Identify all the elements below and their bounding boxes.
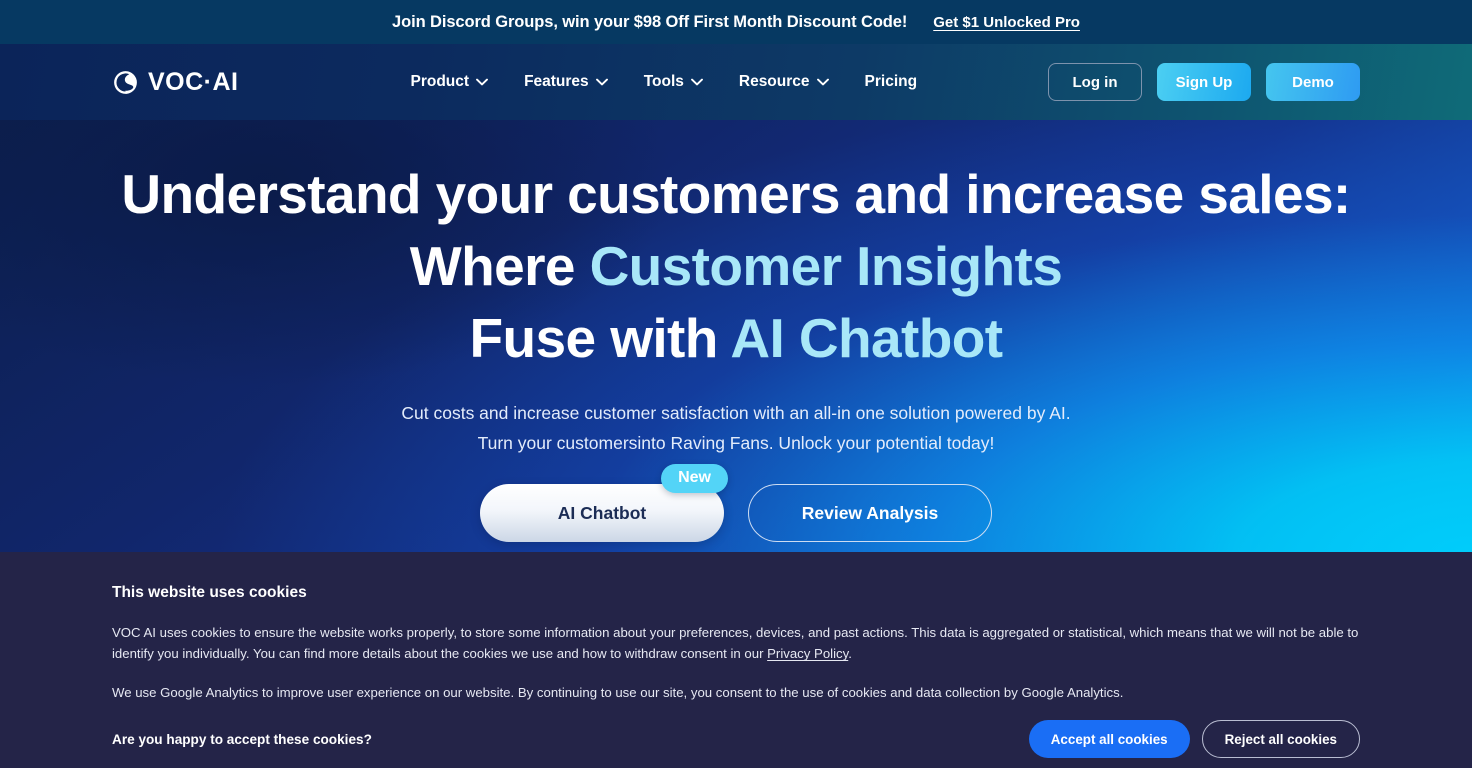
nav-item-product[interactable]: Product: [411, 73, 489, 91]
headline-line-1: Understand your customers and increase s…: [121, 163, 1351, 225]
accept-all-cookies-button[interactable]: Accept all cookies: [1028, 720, 1190, 759]
headline-line-2-plain: Where: [409, 235, 590, 298]
chevron-down-icon: [690, 78, 703, 86]
privacy-policy-link[interactable]: Privacy Policy: [767, 646, 848, 661]
nav-label: Features: [524, 73, 589, 90]
headline-line-3-accent: AI Chatbot: [730, 307, 1003, 370]
announcement-cta-link[interactable]: Get $1 Unlocked Pro: [933, 14, 1080, 31]
cookie-paragraph-1-text: VOC AI uses cookies to ensure the websit…: [112, 625, 1359, 662]
signup-button[interactable]: Sign Up: [1157, 63, 1251, 101]
hero-subtitle-line-2: Turn your customersinto Raving Fans. Unl…: [477, 433, 995, 454]
headline-line-2: Where Customer Insights: [0, 230, 1472, 302]
ai-chatbot-cta-wrapper: AI Chatbot New: [480, 464, 728, 543]
hero-subtitle-line-1: Cut costs and increase customer satisfac…: [401, 403, 1071, 424]
login-button[interactable]: Log in: [1048, 63, 1142, 101]
cookie-banner-title: This website uses cookies: [112, 584, 307, 601]
hero-cta-row: AI Chatbot New Review Analysis: [0, 464, 1472, 543]
nav-label: Resource: [738, 73, 810, 90]
announcement-bar: Join Discord Groups, win your $98 Off Fi…: [0, 0, 1472, 44]
nav-item-pricing[interactable]: Pricing: [865, 73, 918, 91]
nav-item-features[interactable]: Features: [524, 73, 608, 91]
nav-label: Tools: [643, 73, 684, 90]
chevron-down-icon: [476, 78, 489, 86]
ai-chatbot-button[interactable]: AI Chatbot: [480, 484, 724, 543]
main-navigation: Product Features Tools Resource Pricing: [411, 73, 918, 91]
globe-swoosh-icon: [112, 69, 139, 96]
cookie-paragraph-1: VOC AI uses cookies to ensure the websit…: [112, 622, 1360, 665]
demo-button[interactable]: Demo: [1266, 63, 1360, 101]
headline-line-3-plain: Fuse with: [469, 307, 731, 370]
cookie-paragraph-1-tail: .: [848, 646, 852, 662]
announcement-text: Join Discord Groups, win your $98 Off Fi…: [392, 12, 908, 31]
hero-content: Understand your customers and increase s…: [0, 120, 1472, 543]
nav-item-tools[interactable]: Tools: [644, 73, 703, 91]
cookie-paragraph-2: We use Google Analytics to improve user …: [112, 684, 1124, 700]
page-root: Join Discord Groups, win your $98 Off Fi…: [0, 0, 1472, 768]
chevron-down-icon: [816, 78, 829, 86]
cookie-consent-banner: This website uses cookies VOC AI uses co…: [0, 552, 1472, 768]
logo[interactable]: VOC·AI: [112, 68, 239, 97]
nav-label: Pricing: [864, 73, 918, 90]
cookie-banner-actions: Accept all cookies Reject all cookies: [1028, 720, 1360, 759]
cookie-banner-footer: Are you happy to accept these cookies? A…: [112, 720, 1360, 759]
logo-text: VOC·AI: [148, 67, 239, 96]
reject-all-cookies-button[interactable]: Reject all cookies: [1201, 720, 1360, 759]
nav-label: Product: [410, 73, 470, 90]
hero-section: Understand your customers and increase s…: [0, 120, 1472, 552]
headline-line-2-accent: Customer Insights: [589, 235, 1063, 298]
chevron-down-icon: [595, 78, 608, 86]
page-title: Understand your customers and increase s…: [0, 158, 1472, 374]
review-analysis-button[interactable]: Review Analysis: [748, 484, 992, 543]
headline-line-3: Fuse with AI Chatbot: [0, 302, 1472, 374]
header-actions: Log in Sign Up Demo: [1048, 63, 1360, 101]
new-badge: New: [661, 464, 728, 494]
nav-item-resource[interactable]: Resource: [739, 73, 829, 91]
hero-subtitle: Cut costs and increase customer satisfac…: [0, 398, 1472, 458]
site-header: VOC·AI Product Features Tools Resource P…: [0, 44, 1472, 120]
cookie-consent-question: Are you happy to accept these cookies?: [112, 731, 372, 747]
